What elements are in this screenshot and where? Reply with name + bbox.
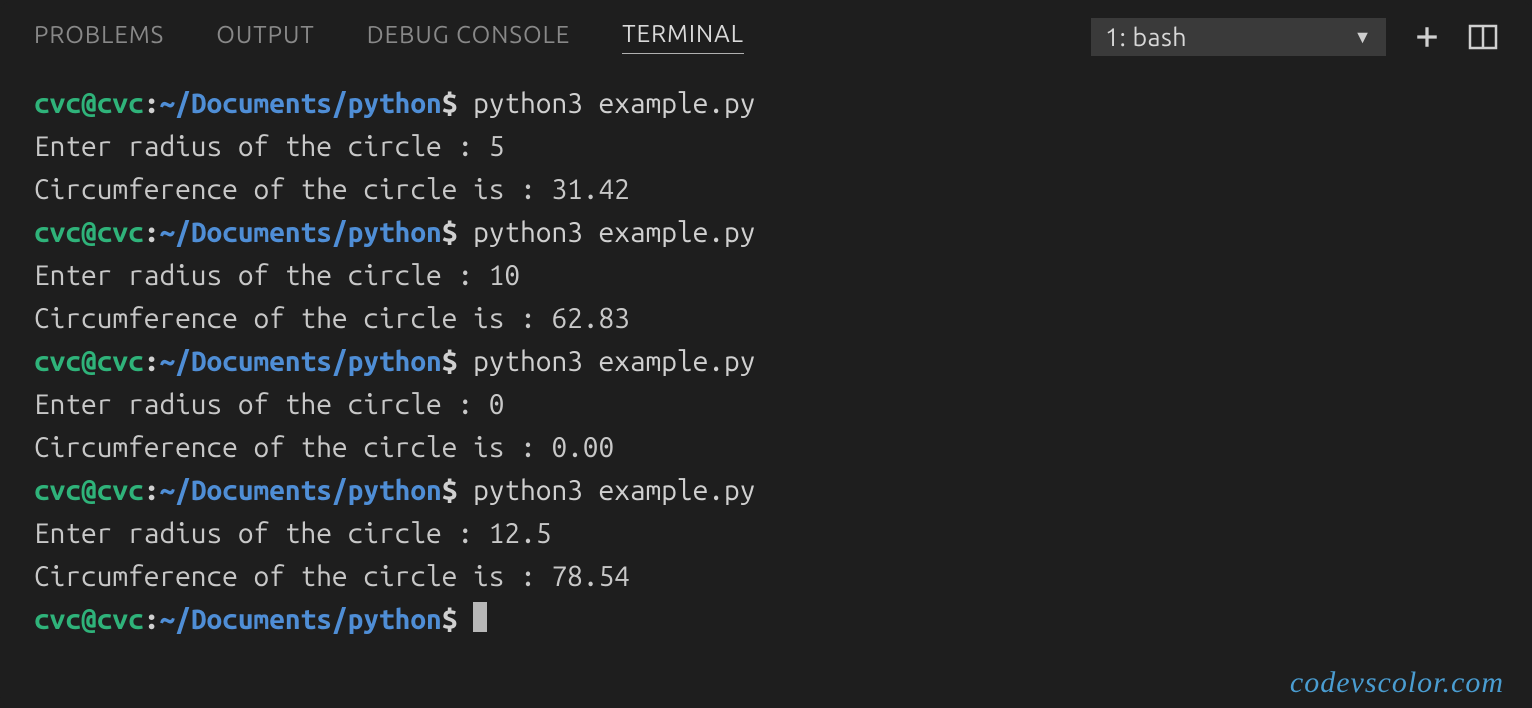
stdin-line: Enter radius of the circle : 12.5 <box>34 512 1498 555</box>
prompt-user: cvc@cvc <box>34 346 144 377</box>
prompt-colon: : <box>144 88 160 119</box>
prompt-dollar: $ <box>442 475 458 506</box>
chevron-down-icon: ▼ <box>1354 27 1372 48</box>
panel-tab-actions: 1: bash ▼ <box>1091 18 1498 56</box>
prompt-path: ~/Documents/python <box>159 88 441 119</box>
terminal-cursor <box>473 602 487 632</box>
terminal-shell-select[interactable]: 1: bash ▼ <box>1091 18 1386 56</box>
prompt-colon: : <box>144 475 160 506</box>
stdout-line: Circumference of the circle is : 31.42 <box>34 168 1498 211</box>
stdin-line: Enter radius of the circle : 5 <box>34 125 1498 168</box>
prompt-path: ~/Documents/python <box>159 346 441 377</box>
prompt-colon: : <box>144 217 160 248</box>
prompt-user: cvc@cvc <box>34 88 144 119</box>
tab-output[interactable]: OUTPUT <box>216 21 314 54</box>
new-terminal-button[interactable] <box>1414 24 1440 50</box>
command-text: python3 example.py <box>457 346 755 377</box>
command-text: python3 example.py <box>457 88 755 119</box>
prompt-user: cvc@cvc <box>34 475 144 506</box>
stdout-line: Circumference of the circle is : 62.83 <box>34 297 1498 340</box>
stdout-line: Circumference of the circle is : 78.54 <box>34 555 1498 598</box>
tab-terminal[interactable]: TERMINAL <box>622 20 744 54</box>
tab-debug-console[interactable]: DEBUG CONSOLE <box>367 21 571 54</box>
prompt-colon: : <box>144 346 160 377</box>
tab-problems[interactable]: PROBLEMS <box>34 21 164 54</box>
command-text: python3 example.py <box>457 475 755 506</box>
plus-icon <box>1414 24 1440 50</box>
prompt-dollar: $ <box>442 217 458 248</box>
prompt-path: ~/Documents/python <box>159 217 441 248</box>
terminal-shell-select-label: 1: bash <box>1105 23 1187 51</box>
stdin-line: Enter radius of the circle : 10 <box>34 254 1498 297</box>
terminal-output[interactable]: cvc@cvc:~/Documents/python$ python3 exam… <box>0 66 1532 708</box>
terminal-panel: PROBLEMS OUTPUT DEBUG CONSOLE TERMINAL 1… <box>0 0 1532 708</box>
watermark-text: codevscolor.com <box>1290 666 1504 700</box>
command-text: python3 example.py <box>457 217 755 248</box>
prompt-dollar: $ <box>442 346 458 377</box>
split-horizontal-icon <box>1468 24 1498 50</box>
prompt-dollar: $ <box>442 604 458 635</box>
prompt-path: ~/Documents/python <box>159 475 441 506</box>
prompt-dollar: $ <box>442 88 458 119</box>
prompt-user: cvc@cvc <box>34 217 144 248</box>
prompt-user: cvc@cvc <box>34 604 144 635</box>
panel-tab-bar: PROBLEMS OUTPUT DEBUG CONSOLE TERMINAL 1… <box>0 0 1532 66</box>
split-terminal-button[interactable] <box>1468 24 1498 50</box>
stdout-line: Circumference of the circle is : 0.00 <box>34 426 1498 469</box>
prompt-colon: : <box>144 604 160 635</box>
prompt-path: ~/Documents/python <box>159 604 441 635</box>
stdin-line: Enter radius of the circle : 0 <box>34 383 1498 426</box>
